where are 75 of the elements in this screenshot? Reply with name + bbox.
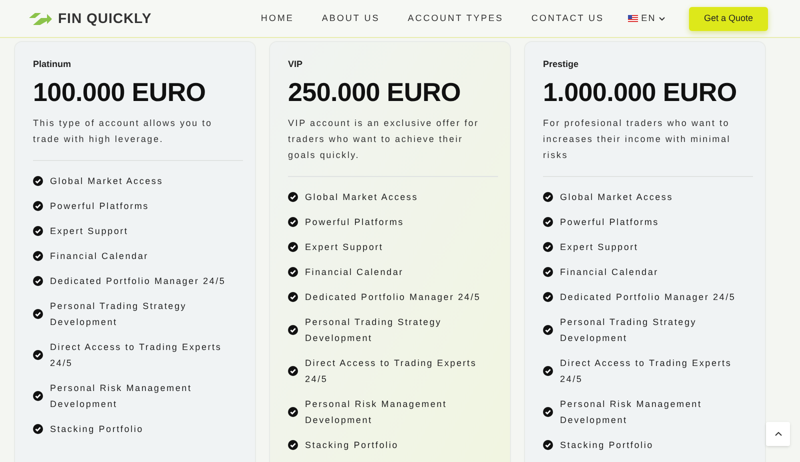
feature-text: Dedicated Portfolio Manager 24/5	[305, 290, 482, 304]
check-circle-icon	[33, 390, 43, 400]
feature-text: Personal Trading Strategy Development	[50, 300, 188, 329]
check-circle-icon	[288, 440, 298, 450]
feature-text: Expert Support	[560, 240, 640, 254]
check-circle-icon	[543, 266, 553, 276]
feature-text: Global Market Access	[560, 190, 674, 204]
get-a-quote-button[interactable]: Get a Quote	[688, 6, 768, 30]
feature-text: Powerful Platforms	[560, 216, 660, 228]
check-circle-icon	[543, 242, 553, 252]
plan-name: Prestige	[543, 58, 580, 71]
check-circle-icon	[543, 292, 553, 302]
check-circle-icon	[543, 406, 553, 416]
check-circle-icon	[543, 440, 553, 450]
check-circle-icon	[288, 292, 298, 302]
check-circle-icon	[543, 366, 553, 376]
feature-text: Powerful Platforms	[50, 200, 150, 212]
logo-icon	[27, 12, 53, 26]
feature-text: Stacking Portfolio	[305, 438, 400, 452]
feature-text: Financial Calendar	[305, 266, 404, 278]
nav-link[interactable]: ABOUT US	[322, 12, 380, 26]
feature-text: Financial Calendar	[50, 250, 150, 262]
feature-text: Personal Risk Management Development	[50, 382, 193, 411]
feature-text: Expert Support	[50, 224, 130, 238]
check-circle-icon	[288, 366, 298, 376]
plan-description: For profesional traders who want to increases their income with minimal risks	[543, 116, 732, 162]
feature-text: Personal Trading Strategy Development	[560, 316, 698, 345]
plan-price: 100.000 EURO	[33, 76, 207, 108]
feature-text: Powerful Platforms	[305, 216, 405, 228]
chevron-down-icon	[658, 16, 665, 20]
language-selector[interactable]: EN	[628, 12, 665, 26]
plan-name: VIP	[288, 58, 304, 71]
check-circle-icon	[33, 350, 43, 360]
feature-text: Direct Access to Trading Experts 24/5	[305, 356, 478, 386]
feature-text: Stacking Portfolio	[560, 438, 654, 452]
feature-text: Personal Trading Strategy Development	[305, 316, 443, 345]
check-circle-icon	[543, 216, 553, 226]
feature-text: Expert Support	[305, 240, 384, 254]
feature-text: Financial Calendar	[560, 266, 660, 278]
brand-name: FIN QUICKLY	[58, 9, 152, 28]
check-circle-icon	[543, 192, 553, 202]
feature-text: Dedicated Portfolio Manager 24/5	[560, 290, 737, 304]
nav-link[interactable]: HOME	[260, 12, 294, 26]
feature-text: Direct Access to Trading Experts 24/5	[560, 356, 733, 386]
plan-description: This type of account allows you to trade with high leverage.	[33, 116, 214, 146]
check-circle-icon	[33, 308, 43, 318]
check-circle-icon	[33, 250, 43, 260]
check-circle-icon	[288, 242, 298, 252]
check-circle-icon	[33, 226, 43, 236]
scroll-to-top-button[interactable]	[766, 422, 790, 446]
check-circle-icon	[33, 176, 43, 186]
check-circle-icon	[33, 424, 43, 434]
plan-name: Platinum	[33, 58, 72, 71]
check-circle-icon	[288, 216, 298, 226]
plan-price: 1.000.000 EURO	[543, 76, 738, 108]
plan-description: VIP account is an exclusive offer for traders who want to achieve their goals quickly.	[288, 116, 480, 162]
check-circle-icon	[33, 200, 43, 210]
feature-text: Global Market Access	[305, 190, 420, 204]
feature-text: Direct Access to Trading Experts 24/5	[50, 340, 223, 370]
check-circle-icon	[288, 324, 298, 334]
feature-text: Stacking Portfolio	[50, 422, 144, 436]
nav-link[interactable]: CONTACT US	[531, 12, 604, 26]
check-circle-icon	[288, 406, 298, 416]
feature-text: Personal Risk Management Development	[560, 398, 703, 427]
feature-text: Global Market Access	[50, 174, 164, 188]
check-circle-icon	[288, 266, 298, 276]
check-circle-icon	[33, 276, 43, 286]
flag-icon	[628, 15, 638, 22]
feature-text: Personal Risk Management Development	[305, 398, 448, 427]
plan-price: 250.000 EURO	[288, 76, 462, 108]
check-circle-icon	[288, 192, 298, 202]
feature-text: Dedicated Portfolio Manager 24/5	[50, 274, 227, 288]
check-circle-icon	[543, 324, 553, 334]
chevron-up-icon	[774, 432, 782, 436]
nav-link[interactable]: ACCOUNT TYPES	[408, 12, 504, 26]
